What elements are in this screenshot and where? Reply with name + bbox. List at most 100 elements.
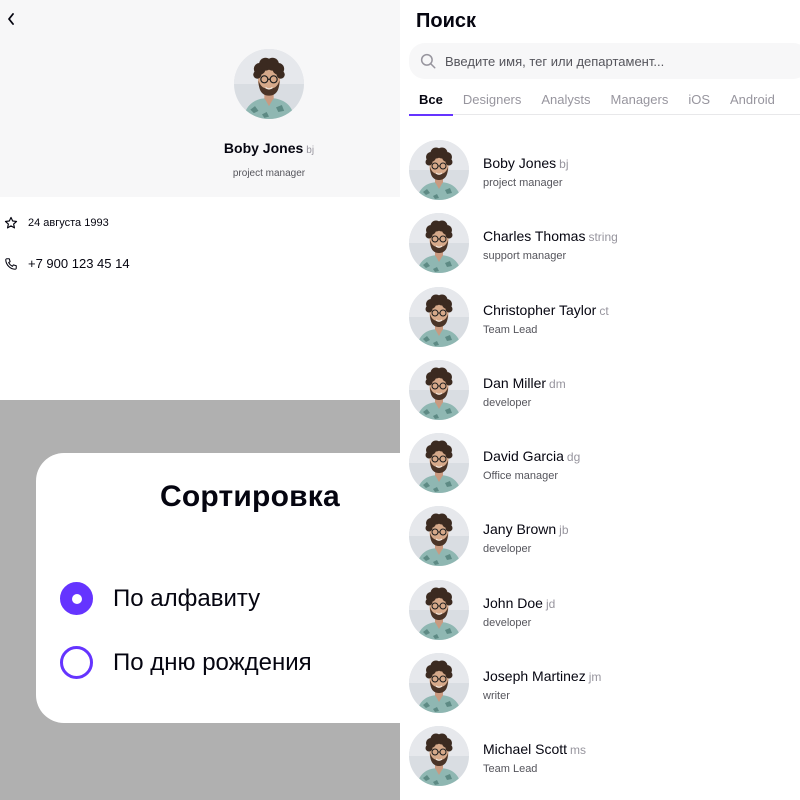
avatar (409, 653, 469, 713)
profile-tag: bj (306, 145, 315, 156)
person-role: Office manager (483, 470, 559, 483)
person-role: writer (483, 690, 510, 703)
avatar (409, 213, 469, 273)
radio-unchecked-icon[interactable] (60, 646, 93, 679)
person-tag: ct (599, 303, 609, 318)
person-name: Jany Brown (483, 521, 557, 538)
phone-value: +7 900 123 45 14 (28, 256, 130, 271)
avatar-photo (409, 433, 469, 493)
list-item[interactable]: Boby Jones bj project manager (409, 140, 800, 213)
search-input[interactable] (445, 53, 765, 69)
person-name: Michael Scott (483, 741, 568, 758)
person-name: Joseph Martinez (483, 668, 586, 685)
person-tag: ms (570, 743, 587, 758)
person-role: Team Lead (483, 763, 538, 776)
tab-ios[interactable]: iOS (678, 88, 720, 115)
list-item-text: Joseph Martinez jm writer (483, 653, 601, 702)
avatar-photo (409, 726, 469, 786)
list-item[interactable]: Michael Scott ms Team Lead (409, 726, 800, 799)
avatar (409, 140, 469, 200)
page-title: Поиск (416, 10, 477, 32)
list-item[interactable]: Dan Miller dm developer (409, 360, 800, 433)
search-screen: Поиск Все Designers Analysts Managers iO… (400, 0, 800, 800)
person-tag: bj (559, 157, 569, 171)
profile-role: project manager (232, 168, 306, 179)
list-item[interactable]: Charles Thomas string support manager (409, 213, 800, 286)
list-item-text: Dan Miller dm developer (483, 360, 566, 409)
person-role: project manager (483, 177, 563, 189)
list-item-text: John Doe jd developer (483, 580, 555, 629)
person-tag: string (588, 230, 618, 245)
tab-android[interactable]: Android (720, 88, 785, 115)
department-tabs: Все Designers Analysts Managers iOS Andr… (409, 88, 800, 116)
birthday-row: 24 августа 1993 (4, 216, 109, 230)
person-name: David Garcia (483, 448, 564, 465)
search-bar[interactable] (409, 43, 800, 79)
star-icon (4, 216, 18, 230)
avatar (409, 506, 469, 566)
list-item[interactable]: Joseph Martinez jm writer (409, 653, 800, 726)
avatar (409, 580, 469, 640)
sort-option-label: По алфавиту (113, 584, 261, 612)
birthday-value: 24 августа 1993 (28, 217, 109, 229)
profile-avatar (234, 49, 304, 119)
person-role: developer (483, 396, 532, 409)
phone-row[interactable]: +7 900 123 45 14 (4, 256, 130, 271)
avatar (409, 433, 469, 493)
tab-analysts[interactable]: Analysts (531, 88, 600, 115)
list-item[interactable]: John Doe jd developer (409, 580, 800, 653)
avatar (409, 287, 469, 347)
person-role: developer (483, 616, 532, 629)
back-button[interactable] (4, 10, 18, 28)
sort-sheet-overlay[interactable]: Сортировка По алфавиту По дню рождения (0, 400, 400, 800)
person-tag: jb (559, 523, 569, 538)
list-item-text: Charles Thomas string support manager (483, 213, 618, 262)
avatar-photo (409, 360, 469, 420)
chevron-left-icon (8, 13, 14, 25)
list-item[interactable]: Christopher Taylor ct Team Lead (409, 287, 800, 360)
avatar-photo (409, 213, 469, 273)
person-role: Team Lead (483, 323, 538, 336)
search-icon (420, 53, 436, 69)
profile-header: Boby Jones bj project manager (0, 0, 400, 197)
person-tag: dg (566, 450, 581, 465)
sort-option-alphabet[interactable]: По алфавиту (60, 582, 260, 615)
list-item[interactable]: Jany Brown jb developer (409, 506, 800, 579)
person-name: Boby Jones (483, 155, 557, 171)
list-item-text: Michael Scott ms Team Lead (483, 726, 586, 775)
people-list: Boby Jones bj project manager Charles Tho… (409, 140, 800, 800)
person-tag: jd (545, 596, 556, 611)
avatar (409, 360, 469, 420)
person-tag: dm (549, 376, 566, 391)
avatar-photo (409, 653, 469, 713)
person-role: developer (483, 543, 532, 556)
tab-designers[interactable]: Designers (453, 88, 532, 115)
list-item-text: Jany Brown jb developer (483, 506, 569, 555)
avatar-photo (409, 506, 469, 566)
person-name: John Doe (483, 594, 543, 611)
profile-screen: Boby Jones bj project manager 24 августа … (0, 0, 400, 400)
sort-option-label: По дню рождения (113, 648, 312, 676)
avatar (409, 726, 469, 786)
radio-checked-icon[interactable] (60, 582, 93, 615)
person-tag: jm (588, 670, 602, 685)
list-item-text: Boby Jones bj project manager (483, 140, 569, 189)
profile-name-line: Boby Jones bj (0, 140, 400, 158)
person-role: support manager (483, 250, 567, 263)
tab-all[interactable]: Все (409, 88, 453, 116)
profile-name: Boby Jones (223, 140, 304, 156)
person-name: Christopher Taylor (483, 301, 597, 318)
avatar-photo (409, 580, 469, 640)
sort-title: Сортировка (160, 480, 340, 513)
list-item[interactable]: David Garcia dg Office manager (409, 433, 800, 506)
person-name: Dan Miller (483, 374, 547, 391)
sort-option-birthday[interactable]: По дню рождения (60, 646, 312, 679)
avatar-photo (234, 49, 304, 119)
avatar-photo (409, 287, 469, 347)
avatar-photo (409, 140, 469, 200)
list-item-text: Christopher Taylor ct Team Lead (483, 287, 609, 336)
list-item-text: David Garcia dg Office manager (483, 433, 580, 482)
phone-icon (4, 257, 18, 271)
tab-managers[interactable]: Managers (601, 88, 679, 115)
person-name: Charles Thomas (483, 228, 586, 245)
